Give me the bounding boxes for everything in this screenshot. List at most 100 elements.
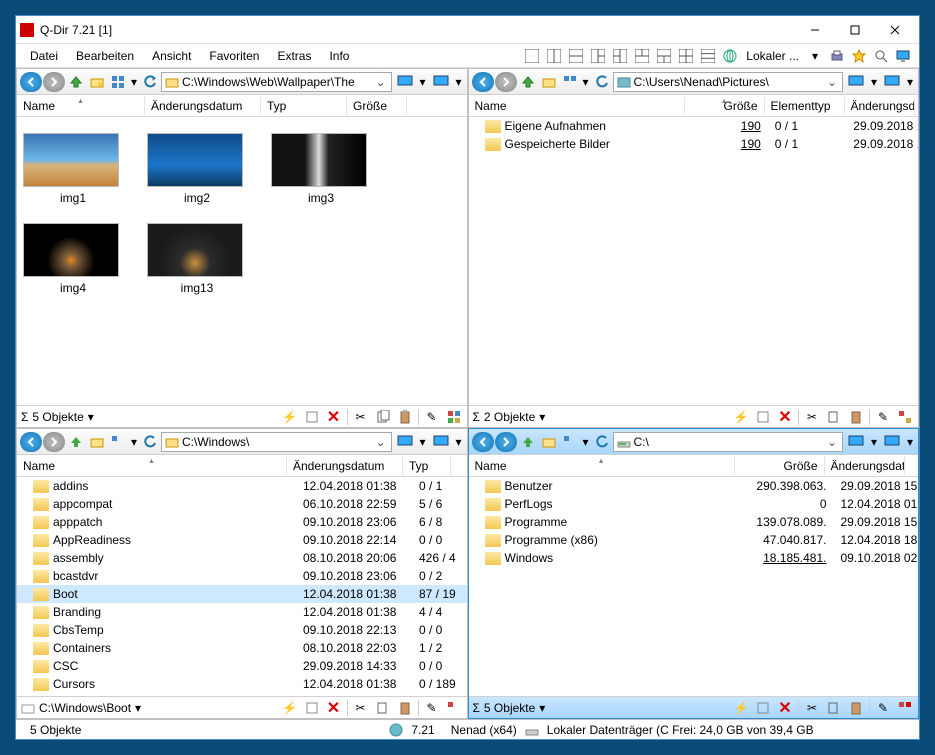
view-dropdown-icon[interactable]: ▾: [581, 72, 591, 92]
address-bar[interactable]: C:\Users\Nenad\Pictures\ ⌄: [613, 72, 844, 92]
col-date[interactable]: Änderungsdat: [825, 457, 905, 475]
col-date[interactable]: Änderungsdatum: [287, 457, 403, 475]
refresh-icon[interactable]: [140, 72, 160, 92]
list-item[interactable]: CSC29.09.2018 14:330 / 0: [17, 657, 467, 675]
list-item[interactable]: addins12.04.2018 01:380 / 1: [17, 477, 467, 495]
delete-icon[interactable]: ✕: [776, 408, 794, 426]
flash-icon[interactable]: ⚡: [281, 699, 299, 717]
list-item[interactable]: Windows18.185.481.09.10.2018 02:: [469, 549, 919, 567]
copy-icon[interactable]: [825, 699, 843, 717]
list-item[interactable]: AppReadiness09.10.2018 22:140 / 0: [17, 531, 467, 549]
list-item[interactable]: CbsTemp09.10.2018 22:130 / 0: [17, 621, 467, 639]
list-item[interactable]: appcompat06.10.2018 22:595 / 6: [17, 495, 467, 513]
edit-icon[interactable]: ✎: [874, 699, 892, 717]
menu-favorites[interactable]: Favoriten: [201, 46, 267, 66]
local-drive-button[interactable]: Lokaler ...: [742, 47, 803, 65]
address-dropdown-icon[interactable]: ⌄: [825, 435, 839, 449]
col-size[interactable]: Größe: [347, 97, 407, 115]
dd-icon[interactable]: ▾: [454, 432, 464, 452]
view-1-dropdown-icon[interactable]: ▾: [418, 72, 428, 92]
menu-extras[interactable]: Extras: [269, 46, 319, 66]
view-dropdown-icon[interactable]: ▾: [581, 432, 591, 452]
address-dropdown-icon[interactable]: ⌄: [374, 435, 388, 449]
folder-star-icon[interactable]: [87, 72, 107, 92]
monitor-1-icon[interactable]: [393, 432, 417, 452]
col-type[interactable]: Typ: [403, 457, 451, 475]
network-icon[interactable]: [721, 47, 739, 65]
up-icon[interactable]: [66, 432, 86, 452]
back-button[interactable]: [20, 432, 42, 452]
back-button[interactable]: [20, 72, 42, 92]
view-dropdown-icon[interactable]: ▾: [129, 72, 139, 92]
refresh-icon[interactable]: [592, 72, 612, 92]
cut-icon[interactable]: ✂: [803, 408, 821, 426]
address-bar[interactable]: C:\Windows\Web\Wallpaper\The ⌄: [161, 72, 392, 92]
delete-icon[interactable]: ✕: [325, 408, 343, 426]
maximize-button[interactable]: [835, 18, 875, 42]
col-date[interactable]: Änderungsd: [845, 97, 915, 115]
folder-star-icon[interactable]: [87, 432, 107, 452]
dd-icon[interactable]: ▾: [418, 432, 428, 452]
search-icon[interactable]: [872, 47, 890, 65]
view-mode-icon[interactable]: [108, 72, 128, 92]
close-button[interactable]: [875, 18, 915, 42]
thumbnail-item[interactable]: img13: [147, 223, 247, 295]
status-dropdown-icon[interactable]: ▾: [88, 410, 94, 424]
forward-button[interactable]: [495, 432, 517, 452]
layout-1-icon[interactable]: [523, 47, 541, 65]
layout-2h-icon[interactable]: [567, 47, 585, 65]
list-item[interactable]: bcastdvr09.10.2018 23:060 / 2: [17, 567, 467, 585]
dd-icon[interactable]: ▾: [905, 432, 915, 452]
edit-icon[interactable]: ✎: [423, 408, 441, 426]
list-item[interactable]: assembly08.10.2018 20:06426 / 4: [17, 549, 467, 567]
col-size[interactable]: Größe: [735, 457, 825, 475]
grid-icon[interactable]: [445, 699, 463, 717]
monitor-1-icon[interactable]: [393, 72, 417, 92]
paste-icon[interactable]: [396, 408, 414, 426]
list-item[interactable]: Cursors12.04.2018 01:380 / 189: [17, 675, 467, 693]
filter-icon[interactable]: [754, 699, 772, 717]
address-bar[interactable]: C:\ ⌄: [613, 432, 844, 452]
dd-icon[interactable]: ▾: [869, 72, 879, 92]
cut-icon[interactable]: ✂: [352, 699, 370, 717]
menu-file[interactable]: Datei: [22, 46, 66, 66]
col-size[interactable]: Größe▴: [685, 97, 765, 115]
delete-icon[interactable]: ✕: [325, 699, 343, 717]
copy-icon[interactable]: [374, 699, 392, 717]
cut-icon[interactable]: ✂: [352, 408, 370, 426]
monitor-1-icon[interactable]: [844, 72, 868, 92]
list-item[interactable]: PerfLogs012.04.2018 01:: [469, 495, 919, 513]
list-item[interactable]: Programme (x86)47.040.817.12.04.2018 18:: [469, 531, 919, 549]
print-icon[interactable]: [828, 47, 846, 65]
status-dropdown-icon[interactable]: ▾: [539, 410, 545, 424]
forward-button[interactable]: [43, 432, 65, 452]
dd-icon[interactable]: ▾: [905, 72, 915, 92]
view-2-dropdown-icon[interactable]: ▾: [454, 72, 464, 92]
view-mode-icon[interactable]: [108, 432, 128, 452]
menu-info[interactable]: Info: [321, 46, 357, 66]
forward-button[interactable]: [495, 72, 517, 92]
filter-icon[interactable]: [303, 699, 321, 717]
view-mode-icon[interactable]: [560, 72, 580, 92]
chevron-down-icon[interactable]: ▾: [806, 47, 824, 65]
thumbnail-item[interactable]: img1: [23, 133, 123, 205]
thumbnail-item[interactable]: img2: [147, 133, 247, 205]
col-name[interactable]: Name: [469, 97, 685, 115]
folder-star-icon[interactable]: [539, 72, 559, 92]
view-dropdown-icon[interactable]: ▾: [129, 432, 139, 452]
monitor-2-icon[interactable]: [429, 432, 453, 452]
minimize-button[interactable]: [795, 18, 835, 42]
paste-icon[interactable]: [847, 699, 865, 717]
list-item[interactable]: Branding12.04.2018 01:384 / 4: [17, 603, 467, 621]
filter-icon[interactable]: [754, 408, 772, 426]
flash-icon[interactable]: ⚡: [732, 408, 750, 426]
filter-icon[interactable]: [303, 408, 321, 426]
view-mode-icon[interactable]: [560, 432, 580, 452]
delete-icon[interactable]: ✕: [776, 699, 794, 717]
paste-icon[interactable]: [847, 408, 865, 426]
up-icon[interactable]: [518, 432, 538, 452]
grid-icon[interactable]: [896, 408, 914, 426]
up-icon[interactable]: [66, 72, 86, 92]
list-item[interactable]: Programme139.078.089.29.09.2018 15:: [469, 513, 919, 531]
copy-icon[interactable]: [825, 408, 843, 426]
